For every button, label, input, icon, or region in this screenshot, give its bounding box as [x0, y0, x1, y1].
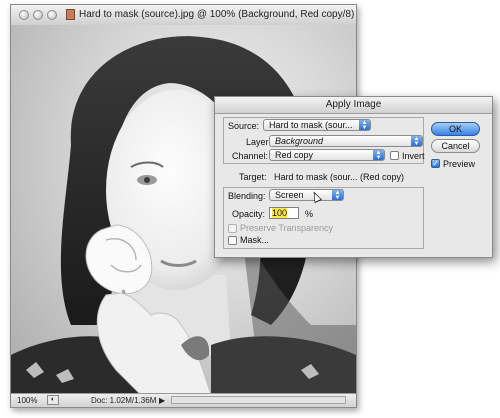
source-value: Hard to mask (sour...	[269, 120, 353, 130]
opacity-field[interactable]: 100	[269, 207, 299, 219]
up-down-arrows-icon: ▲ ▼	[359, 120, 370, 130]
opacity-unit: %	[305, 209, 314, 219]
layer-value: Background	[275, 136, 324, 146]
zoom-level[interactable]: 100%	[17, 396, 37, 405]
document-titlebar[interactable]: Hard to mask (source).jpg @ 100% (Backgr…	[11, 5, 356, 26]
document-size: Doc: 1.02M/1.36M	[91, 396, 157, 405]
channel-popup[interactable]: Red copy ▲ ▼	[269, 149, 385, 161]
jpeg-file-icon	[66, 9, 75, 20]
document-title: Hard to mask (source).jpg @ 100% (Backgr…	[79, 9, 355, 20]
up-down-arrows-icon: ▲ ▼	[373, 150, 384, 160]
layer-popup[interactable]: Background ▲ ▼	[269, 135, 423, 147]
blending-popup[interactable]: Screen ▲ ▼	[269, 189, 344, 201]
close-icon[interactable]	[19, 10, 29, 20]
mask-checkbox[interactable]	[228, 236, 237, 245]
zoom-icon[interactable]	[47, 10, 57, 20]
target-value: Hard to mask (sour... (Red copy)	[274, 172, 405, 182]
preview-label[interactable]: Preview	[443, 159, 475, 169]
invert-checkbox[interactable]	[390, 151, 399, 160]
blending-value: Screen	[275, 190, 304, 200]
minimize-icon[interactable]	[33, 10, 43, 20]
status-bar: 100% ◐ Doc: 1.02M/1.36M ▶	[11, 393, 356, 407]
dialog-title[interactable]: Apply Image	[215, 97, 492, 114]
source-popup[interactable]: Hard to mask (sour... ▲ ▼	[263, 119, 371, 131]
opacity-label: Opacity:	[232, 209, 266, 219]
channel-value: Red copy	[275, 150, 314, 160]
status-menu-arrow-icon[interactable]: ▶	[159, 396, 165, 405]
invert-label[interactable]: Invert	[402, 151, 425, 161]
cancel-button[interactable]: Cancel	[431, 139, 480, 153]
document-info-button[interactable]: ◐	[47, 395, 59, 405]
ok-button[interactable]: OK	[431, 122, 480, 136]
opacity-value: 100	[272, 208, 288, 218]
target-label: Target:	[239, 172, 267, 182]
mask-label[interactable]: Mask...	[240, 235, 269, 245]
source-label: Source:	[228, 121, 260, 131]
blending-group: Blending: Screen ▲ ▼ Opacity: 100 % Prese…	[223, 187, 424, 249]
up-down-arrows-icon: ▲ ▼	[411, 136, 422, 146]
up-down-arrows-icon: ▲ ▼	[332, 190, 343, 200]
horizontal-scrollbar[interactable]	[171, 396, 346, 404]
channel-label: Channel:	[232, 151, 269, 161]
layer-label: Layer:	[246, 137, 272, 147]
source-group: Source: Hard to mask (sour... ▲ ▼ Layer: …	[223, 117, 425, 164]
blending-label: Blending:	[228, 191, 266, 201]
preserve-transparency-checkbox[interactable]	[228, 224, 237, 233]
preview-checkbox[interactable]: ✓	[431, 159, 440, 168]
apply-image-dialog: Apply Image Source: Hard to mask (sour..…	[214, 96, 493, 258]
preserve-transparency-label: Preserve Transparency	[240, 223, 334, 233]
